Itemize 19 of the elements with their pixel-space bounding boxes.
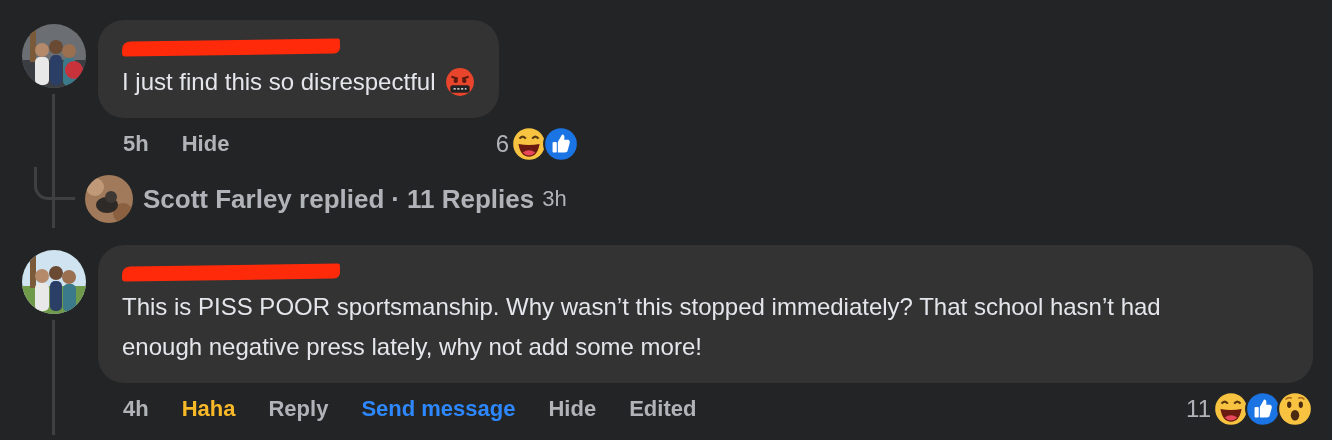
- action-link[interactable]: Reply: [268, 396, 329, 422]
- reaction-count[interactable]: 11: [1186, 395, 1211, 423]
- comment-text: I just find this so disrespectful: [122, 67, 436, 97]
- timestamp: 4h: [123, 396, 149, 422]
- reply-timestamp: 3h: [542, 186, 567, 212]
- action-link[interactable]: Hide: [181, 131, 230, 157]
- separator-dot: ·: [391, 183, 400, 215]
- timestamp: 5h: [123, 131, 149, 157]
- send-message-link[interactable]: Send message: [361, 396, 516, 422]
- surprised-face-icon: [1276, 390, 1314, 428]
- reaction-count[interactable]: 6: [495, 130, 509, 158]
- action-link[interactable]: Edited: [629, 396, 697, 422]
- thumbs-up-icon: [542, 125, 580, 163]
- replies-link[interactable]: Scott Farley replied: [143, 183, 385, 215]
- reaction-link[interactable]: Haha: [181, 396, 236, 422]
- comment-text: This is PISS POOR sportsmanship. Why wasn’t this stopped immediately? That school hasn’t had enough negative press lately, why not add some more!: [122, 292, 1162, 362]
- angry-face-icon: [445, 67, 476, 97]
- replies-count-link[interactable]: 11 Replies: [407, 183, 535, 215]
- action-link[interactable]: Hide: [548, 396, 597, 422]
